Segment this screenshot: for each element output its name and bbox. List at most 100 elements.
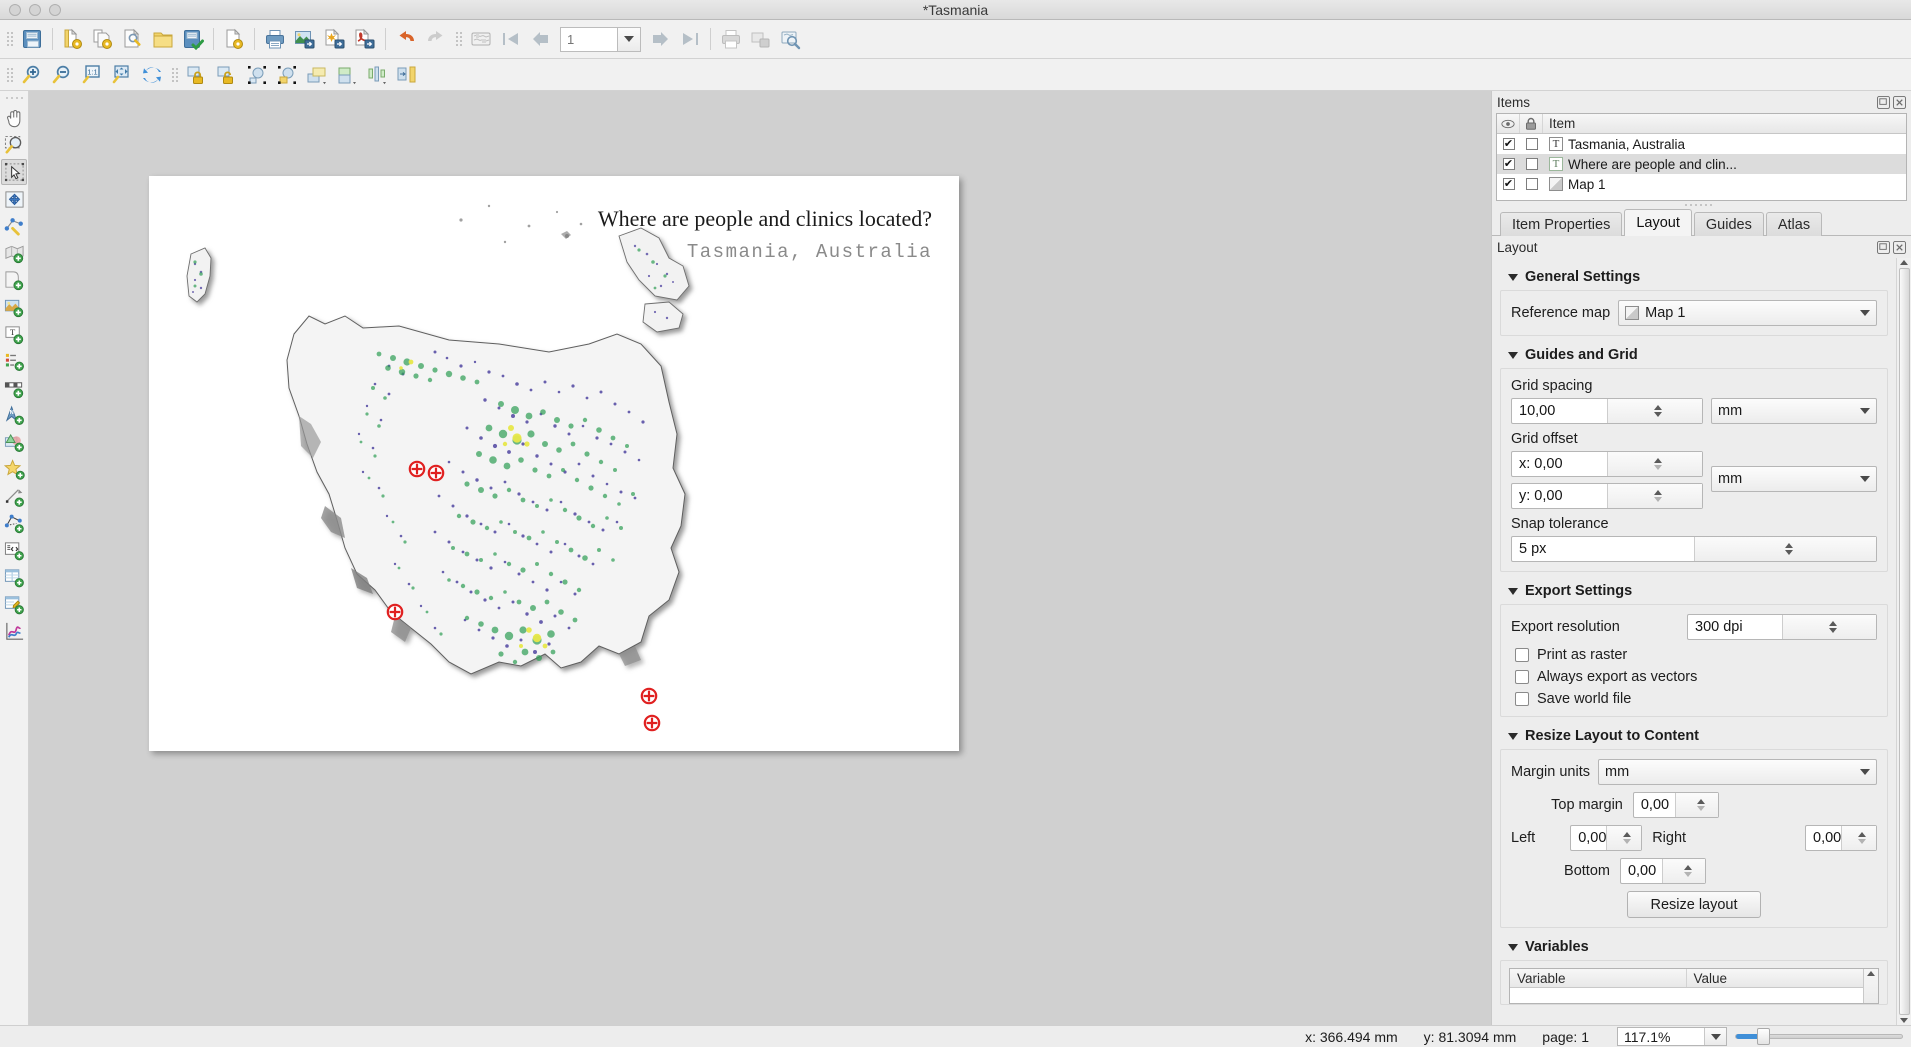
group-header-guides-and-grid[interactable]: Guides and Grid: [1508, 347, 1888, 363]
open-layout-folder-icon[interactable]: [148, 24, 178, 54]
add-map-icon[interactable]: [1, 240, 27, 266]
toolbar-grip[interactable]: [5, 62, 14, 88]
new-layout-icon[interactable]: [58, 24, 88, 54]
always-export-as-vectors-checkbox[interactable]: [1515, 670, 1529, 684]
bottom-margin-spinbox[interactable]: 0,00: [1619, 858, 1706, 884]
save-project-icon[interactable]: [17, 24, 47, 54]
export-pdf-icon[interactable]: [350, 24, 380, 54]
grid-spacing-units-combo[interactable]: mm: [1711, 398, 1877, 424]
add-arrow-icon[interactable]: [1, 483, 27, 509]
add-html-icon[interactable]: [1, 537, 27, 563]
layout-canvas[interactable]: Where are people and clinics located? Ta…: [29, 91, 1491, 1025]
raise-items-icon[interactable]: [302, 60, 332, 90]
top-margin-spinbox[interactable]: 0,00: [1632, 792, 1719, 818]
zoom-full-icon[interactable]: [107, 60, 137, 90]
zoom-out-icon[interactable]: [47, 60, 77, 90]
print-atlas-icon[interactable]: [716, 24, 746, 54]
select-move-item-icon[interactable]: [1, 159, 27, 185]
variables-table[interactable]: Variable Value: [1509, 968, 1879, 1004]
snap-tolerance-spinbox[interactable]: 5 px: [1511, 536, 1877, 562]
zoom-dropdown-button[interactable]: [1704, 1028, 1726, 1045]
tab-layout[interactable]: Layout: [1624, 209, 1692, 236]
revert-atlas-icon[interactable]: [466, 24, 496, 54]
items-row-where-are-people[interactable]: ✔ T Where are people and clin...: [1497, 154, 1906, 174]
distribute-items-icon[interactable]: [392, 60, 422, 90]
group-header-export-settings[interactable]: Export Settings: [1508, 583, 1888, 599]
add-polyline-icon[interactable]: [1, 510, 27, 536]
add-attribute-table-icon[interactable]: [1, 564, 27, 590]
reference-map-combo[interactable]: Map 1: [1618, 300, 1877, 326]
left-margin-spinbox[interactable]: 0,00: [1570, 825, 1643, 851]
zoom-tool-icon[interactable]: [1, 132, 27, 158]
group-header-general-settings[interactable]: General Settings: [1508, 269, 1888, 285]
print-as-raster-checkbox[interactable]: [1515, 648, 1529, 662]
margin-units-combo[interactable]: mm: [1597, 759, 1877, 785]
float-panel-icon[interactable]: [1877, 240, 1890, 254]
spinner-arrows[interactable]: [1693, 537, 1876, 561]
zoom-level-combo[interactable]: 117.1%: [1617, 1027, 1727, 1046]
layout-page[interactable]: Where are people and clinics located? Ta…: [149, 176, 959, 751]
layout-manager-icon[interactable]: [118, 24, 148, 54]
move-item-content-icon[interactable]: [1, 186, 27, 212]
toolbar-grip[interactable]: [170, 62, 179, 88]
layout-panel-scrollbar[interactable]: [1896, 258, 1911, 1025]
scrollbar-thumb[interactable]: [1898, 268, 1910, 1015]
items-row-map1[interactable]: ✔ Map 1: [1497, 174, 1906, 194]
tab-guides[interactable]: Guides: [1693, 212, 1764, 236]
visibility-checkbox[interactable]: ✔: [1497, 138, 1520, 150]
first-page-icon[interactable]: [496, 24, 526, 54]
float-panel-icon[interactable]: [1877, 95, 1890, 109]
export-resolution-spinbox[interactable]: 300 dpi: [1687, 614, 1877, 640]
group-items-icon[interactable]: [242, 60, 272, 90]
refresh-icon[interactable]: [137, 60, 167, 90]
align-items-icon[interactable]: [362, 60, 392, 90]
group-header-resize-layout[interactable]: Resize Layout to Content: [1508, 728, 1888, 744]
items-tree[interactable]: Item ✔ T Tasmania, Australia ✔ T Where a…: [1496, 113, 1907, 201]
save-world-file-row[interactable]: Save world file: [1515, 691, 1877, 707]
save-as-template-icon[interactable]: [178, 24, 208, 54]
always-export-as-vectors-row[interactable]: Always export as vectors: [1515, 669, 1877, 685]
zoom-slider[interactable]: [1735, 1027, 1903, 1046]
spinner-arrows[interactable]: [1605, 826, 1642, 850]
previous-page-icon[interactable]: [526, 24, 556, 54]
items-row-tasmania-australia[interactable]: ✔ T Tasmania, Australia: [1497, 134, 1906, 154]
tab-item-properties[interactable]: Item Properties: [1500, 212, 1623, 236]
resize-layout-button[interactable]: Resize layout: [1627, 891, 1761, 918]
grid-offset-x-spinbox[interactable]: x: 0,00: [1511, 451, 1703, 477]
variables-table-scrollbar[interactable]: [1863, 969, 1878, 1003]
zoom-in-icon[interactable]: [17, 60, 47, 90]
print-icon[interactable]: [260, 24, 290, 54]
add-marker-icon[interactable]: [1, 456, 27, 482]
toolbar-grip[interactable]: [3, 93, 25, 102]
lock-checkbox[interactable]: [1520, 178, 1543, 190]
export-atlas-images-icon[interactable]: [746, 24, 776, 54]
spinner-arrows[interactable]: [1662, 859, 1705, 883]
add-shape-icon[interactable]: [1, 267, 27, 293]
page-dropdown-button[interactable]: [617, 26, 641, 52]
duplicate-layout-icon[interactable]: [88, 24, 118, 54]
scroll-up-icon[interactable]: [1867, 971, 1875, 976]
visibility-checkbox[interactable]: ✔: [1497, 158, 1520, 170]
pan-layout-icon[interactable]: [1, 105, 27, 131]
scroll-down-icon[interactable]: [1900, 1018, 1908, 1023]
zoom-100-icon[interactable]: 1:1: [77, 60, 107, 90]
add-plot-icon[interactable]: [1, 618, 27, 644]
add-label-icon[interactable]: T: [1, 321, 27, 347]
last-page-icon[interactable]: [675, 24, 705, 54]
export-svg-icon[interactable]: [320, 24, 350, 54]
spinner-arrows[interactable]: [1840, 826, 1876, 850]
redo-icon[interactable]: [421, 24, 451, 54]
right-margin-spinbox[interactable]: 0,00: [1805, 825, 1877, 851]
add-picture-icon[interactable]: [1, 294, 27, 320]
add-legend-icon[interactable]: [1, 348, 27, 374]
visibility-checkbox[interactable]: ✔: [1497, 178, 1520, 190]
spinner-arrows[interactable]: [1781, 615, 1876, 639]
zoom-slider-knob[interactable]: [1757, 1028, 1770, 1045]
close-panel-icon[interactable]: [1893, 240, 1906, 254]
group-header-variables[interactable]: Variables: [1508, 939, 1888, 955]
scroll-up-icon[interactable]: [1900, 260, 1908, 265]
save-world-file-checkbox[interactable]: [1515, 692, 1529, 706]
grid-offset-y-spinbox[interactable]: y: 0,00: [1511, 483, 1703, 509]
toolbar-grip[interactable]: [5, 26, 14, 52]
lower-items-icon[interactable]: [332, 60, 362, 90]
